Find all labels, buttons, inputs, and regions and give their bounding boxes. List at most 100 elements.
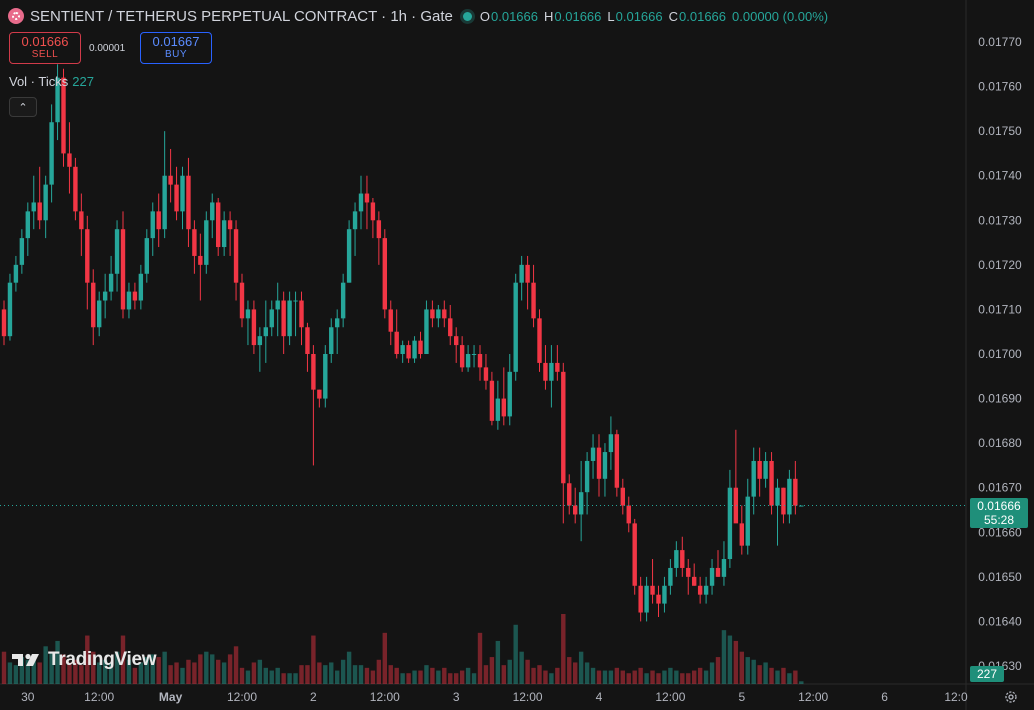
candle-body	[364, 193, 370, 203]
volume-bar	[781, 667, 786, 684]
volume-bar	[590, 667, 596, 684]
volume-bar	[573, 662, 578, 684]
volume-bar	[584, 662, 590, 684]
candle-body	[287, 300, 292, 337]
collapse-legend-button[interactable]: ⌃	[9, 97, 37, 117]
symbol-title: SENTIENT / TETHERUS PERPETUAL CONTRACT ·…	[30, 7, 453, 25]
volume-bar	[459, 670, 465, 684]
volume-bar	[394, 667, 399, 684]
candle-body	[501, 398, 506, 417]
volume-bar	[340, 659, 346, 684]
candle-body	[186, 175, 191, 230]
candle-body	[102, 291, 108, 301]
buy-button[interactable]: 0.01667 BUY	[140, 32, 212, 64]
sell-button[interactable]: 0.01666 SELL	[9, 32, 81, 64]
ohlc-low: L0.01666	[607, 8, 663, 24]
candle-body	[323, 354, 328, 399]
market-status-icon[interactable]	[462, 11, 472, 21]
candle-body	[614, 434, 620, 488]
candle-body	[239, 282, 245, 319]
candle-body	[269, 309, 274, 328]
candle-body	[656, 594, 661, 604]
volume-bar	[239, 667, 245, 684]
spread-value: 0.00001	[89, 43, 126, 54]
volume-bar	[245, 670, 251, 684]
candle-body	[489, 380, 495, 421]
candle-body	[114, 229, 120, 274]
volume-bar	[662, 670, 667, 684]
candle-body	[79, 211, 84, 230]
volume-bar	[210, 654, 215, 684]
candle-body	[727, 487, 733, 560]
candle-body	[757, 460, 762, 479]
candle-body	[763, 460, 768, 479]
volume-bar	[424, 665, 429, 684]
candle-body	[370, 202, 376, 221]
candlestick-chart[interactable]: 0.01770 0.01760 0.01750 0.01740 0.01730 0.017…	[0, 0, 1034, 710]
time-tick-label: 12:00	[84, 690, 114, 704]
candle-body	[346, 229, 352, 283]
volume-bar	[162, 651, 167, 684]
volume-bar	[501, 665, 506, 684]
candle-body	[204, 220, 209, 265]
price-tick-label: 0.01670	[978, 481, 1022, 495]
candle-body	[739, 523, 744, 546]
volume-value: 227	[72, 74, 94, 89]
volume-bar	[495, 640, 501, 684]
candle-body	[352, 211, 358, 230]
time-tick-label: 12:00	[370, 690, 400, 704]
candle-body	[650, 585, 655, 595]
volume-bar	[263, 667, 268, 684]
tradingview-logo[interactable]: TradingView	[12, 649, 157, 671]
volume-bar	[448, 673, 453, 684]
candle-body	[156, 211, 161, 230]
candle-body	[620, 487, 625, 506]
tradingview-wordmark: TradingView	[48, 649, 157, 670]
candle-body	[233, 229, 239, 283]
volume-legend[interactable]: Vol · Ticks 227	[9, 74, 94, 89]
volume-bar	[186, 659, 191, 684]
candle-body	[293, 300, 298, 302]
volume-bar	[775, 670, 780, 684]
candle-body	[590, 447, 596, 461]
price-tick-label: 0.01710	[978, 302, 1022, 316]
time-tick-label: 12:00	[655, 690, 685, 704]
candle-body	[567, 483, 572, 506]
time-tick-label: 4	[596, 690, 603, 704]
candle-body	[668, 567, 673, 586]
volume-bar	[382, 632, 387, 684]
volume-bar	[608, 670, 614, 684]
volume-bar	[727, 635, 733, 684]
candle-body	[138, 273, 144, 301]
volume-bar	[287, 673, 292, 684]
candle-body	[602, 452, 608, 479]
candle-body	[358, 193, 364, 212]
volume-bar	[715, 657, 721, 684]
ohlc-high: H0.01666	[544, 8, 602, 24]
bar-countdown: 55:28	[983, 512, 1015, 527]
candle-body	[49, 122, 54, 185]
volume-bar	[507, 659, 512, 684]
volume-bar	[632, 670, 637, 684]
gear-icon[interactable]	[1004, 690, 1018, 704]
symbol-header[interactable]: SENTIENT / TETHERUS PERPETUAL CONTRACT ·…	[8, 6, 834, 26]
candle-body	[394, 331, 399, 354]
candle-body	[162, 175, 167, 230]
volume-bar	[275, 667, 280, 684]
candle-body	[709, 567, 715, 586]
candle-body	[245, 309, 251, 319]
volume-bar	[674, 670, 679, 684]
candle-body	[388, 309, 393, 332]
candle-body	[221, 220, 227, 248]
candle-body	[275, 300, 280, 310]
price-tick-label: 0.01760	[978, 80, 1022, 94]
price-tick-label: 0.01770	[978, 35, 1022, 49]
candle-body	[7, 282, 13, 337]
candle-body	[37, 202, 42, 221]
candle-body	[454, 336, 459, 346]
candle-body	[299, 300, 304, 328]
candle-body	[513, 282, 518, 372]
candle-body	[329, 327, 334, 354]
volume-bar	[614, 667, 620, 684]
volume-bar	[281, 673, 286, 684]
